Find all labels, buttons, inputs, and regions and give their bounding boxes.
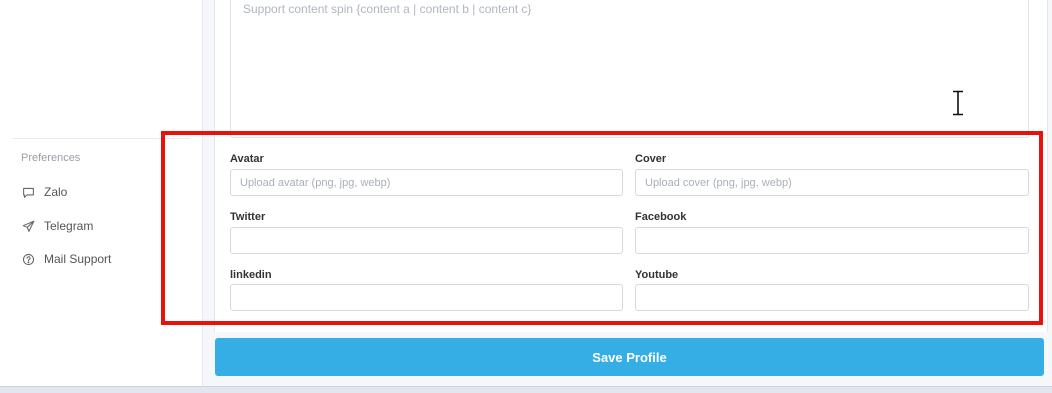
youtube-input[interactable] (635, 284, 1029, 311)
twitter-label: Twitter (230, 211, 266, 223)
sidebar: Preferences Zalo Telegram Mail Support (0, 0, 203, 386)
sidebar-item-mail-support[interactable]: Mail Support (21, 248, 111, 270)
text-cursor-icon (953, 90, 963, 116)
help-circle-icon (21, 252, 35, 266)
youtube-label: Youtube (635, 269, 679, 281)
cover-upload-input[interactable] (635, 169, 1029, 196)
sidebar-item-label: Mail Support (44, 252, 112, 266)
linkedin-label: linkedin (230, 269, 272, 281)
sidebar-item-label: Zalo (44, 185, 68, 199)
avatar-label: Avatar (230, 153, 264, 165)
sidebar-divider (12, 138, 190, 139)
content-spin-textarea[interactable] (230, 0, 1029, 138)
cover-label: Cover (635, 153, 667, 165)
sidebar-item-label: Telegram (44, 219, 94, 233)
chat-bubble-icon (21, 185, 35, 199)
sidebar-item-telegram[interactable]: Telegram (21, 215, 93, 237)
twitter-input[interactable] (230, 227, 623, 254)
bottom-scrollbar-strip (0, 386, 1052, 393)
avatar-upload-input[interactable] (230, 169, 623, 196)
linkedin-input[interactable] (230, 284, 623, 311)
save-profile-button[interactable]: Save Profile (215, 338, 1044, 376)
sidebar-heading-preferences: Preferences (21, 152, 81, 164)
facebook-label: Facebook (635, 211, 687, 223)
sidebar-item-zalo[interactable]: Zalo (21, 181, 67, 203)
send-icon (21, 219, 35, 233)
facebook-input[interactable] (635, 227, 1029, 254)
